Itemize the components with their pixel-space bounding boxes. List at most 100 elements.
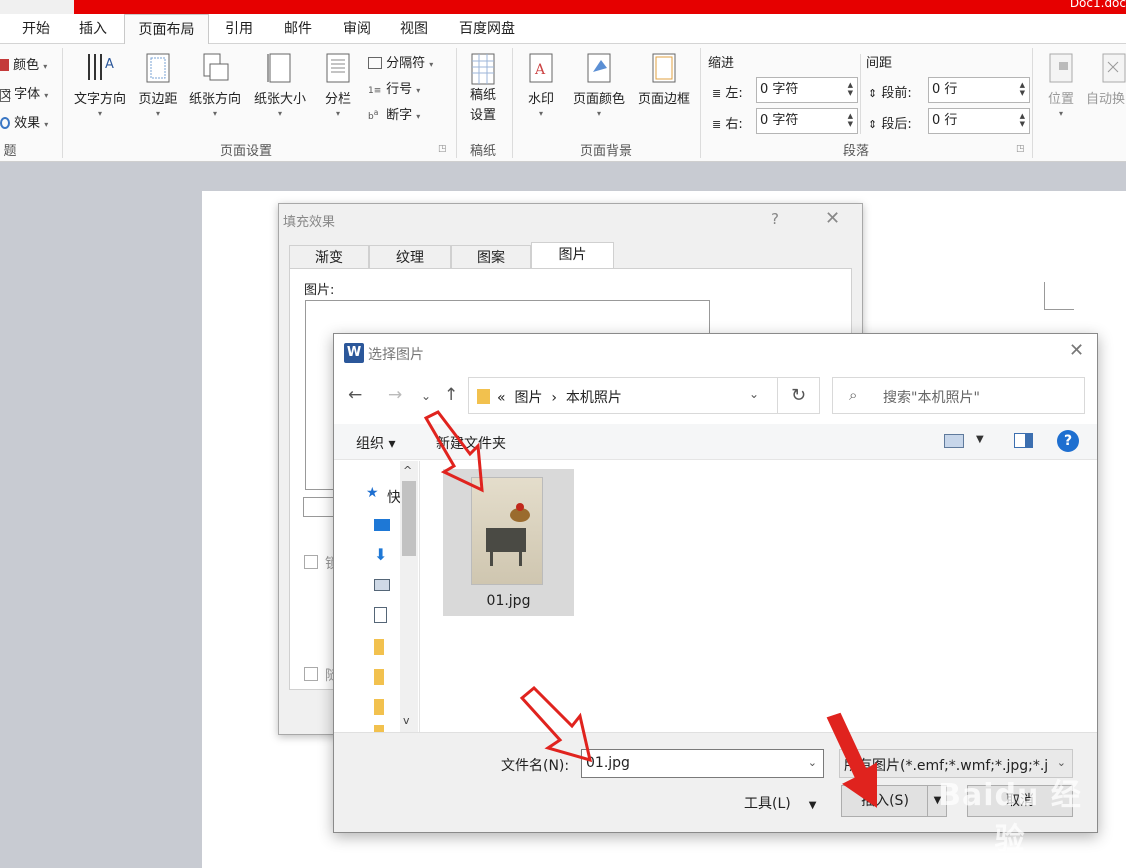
spinner-arrows-icon[interactable]: ▲ ▼ bbox=[848, 81, 853, 97]
position-button[interactable]: 位置 ▾ bbox=[1040, 52, 1082, 118]
tab-page-layout[interactable]: 页面布局 bbox=[124, 14, 209, 45]
filename-field[interactable]: 01.jpg ⌄ bbox=[581, 749, 824, 778]
hyphenation-button[interactable]: ba 断字 ▾ bbox=[368, 104, 420, 123]
chevron-down-icon[interactable]: ▼ bbox=[976, 434, 984, 445]
change-view-icon[interactable] bbox=[944, 434, 964, 448]
thumbnail-perch bbox=[486, 528, 526, 552]
ribbon: 颜色 ▾ 文 字体 ▾ 效果 ▾ 题 A 文字方向 ▾ 页边距 ▾ 纸张方向 ▾ 纸张… bbox=[0, 44, 1126, 162]
folder-icon[interactable] bbox=[374, 639, 384, 655]
page-setup-launcher-icon[interactable]: ◳ bbox=[438, 144, 447, 154]
chevron-down-icon[interactable]: ⌄ bbox=[749, 387, 759, 401]
file-list: 01.jpg bbox=[420, 461, 1097, 732]
wrap-text-button[interactable]: 自动换 bbox=[1086, 52, 1126, 107]
choose-picture-dialog: W 选择图片 ✕ ← → ⌄ ↑ « 图片 › 本机照片 ⌄ ↻ ⌕ 搜索"本机… bbox=[333, 333, 1098, 833]
tab-review[interactable]: 审阅 bbox=[328, 14, 386, 44]
tab-picture[interactable]: 图片 bbox=[531, 242, 614, 269]
line-numbers-button[interactable]: 1≡ 行号 ▾ bbox=[368, 78, 420, 97]
quick-access-star-icon[interactable]: ★ bbox=[366, 485, 379, 501]
tab-home[interactable]: 开始 bbox=[8, 14, 64, 44]
indent-left-field[interactable]: 0 字符 ▲ ▼ bbox=[756, 77, 858, 103]
page-background-group-label: 页面背景 bbox=[579, 144, 632, 159]
breadcrumb-pictures[interactable]: 图片 bbox=[514, 390, 542, 406]
spinner-arrows-icon[interactable]: ▲ ▼ bbox=[848, 112, 853, 128]
tab-mailings[interactable]: 邮件 bbox=[269, 14, 327, 44]
quick-access-label[interactable]: 快 bbox=[387, 487, 401, 507]
spacing-after-field[interactable]: 0 行 ▲ ▼ bbox=[928, 108, 1030, 134]
breadcrumb-overflow[interactable]: « bbox=[497, 390, 506, 406]
page-borders-icon bbox=[652, 53, 676, 83]
theme-colors-button[interactable]: 颜色 ▾ bbox=[0, 54, 47, 73]
search-placeholder: 搜索"本机照片" bbox=[883, 390, 980, 406]
columns-button[interactable]: 分栏 ▾ bbox=[316, 52, 360, 118]
watermark-button[interactable]: A 水印 ▾ bbox=[518, 52, 564, 118]
margins-label: 页边距 bbox=[138, 92, 178, 107]
scroll-down-icon[interactable]: v bbox=[403, 714, 410, 727]
orientation-button[interactable]: 纸张方向 ▾ bbox=[184, 52, 246, 118]
recent-locations-chevron-icon[interactable]: ⌄ bbox=[421, 389, 431, 403]
folder-icon[interactable] bbox=[374, 669, 384, 685]
spinner-arrows-icon[interactable]: ▲ ▼ bbox=[1020, 112, 1025, 128]
insert-button[interactable]: 插入(S) ▼ bbox=[841, 785, 947, 817]
document-title: Doc1.doc bbox=[1069, 0, 1126, 10]
breadcrumb-local-photos[interactable]: 本机照片 bbox=[566, 390, 622, 406]
theme-fonts-button[interactable]: 文 字体 ▾ bbox=[0, 83, 48, 102]
scrollbar-thumb[interactable] bbox=[402, 481, 416, 556]
help-icon[interactable]: ? bbox=[771, 210, 779, 228]
spacing-after-value: 0 行 bbox=[932, 113, 958, 128]
draft-paper-label-2: 设置 bbox=[469, 108, 496, 123]
title-bar-accent bbox=[74, 0, 1126, 14]
theme-effects-button[interactable]: 效果 ▾ bbox=[0, 112, 48, 131]
organize-button[interactable]: 组织 ▾ bbox=[356, 433, 395, 453]
search-input[interactable]: ⌕ 搜索"本机照片" bbox=[832, 377, 1085, 414]
text-direction-button[interactable]: A 文字方向 ▾ bbox=[68, 52, 132, 118]
tab-insert[interactable]: 插入 bbox=[64, 14, 122, 44]
chevron-down-icon[interactable]: ⌄ bbox=[1057, 756, 1066, 769]
tab-references[interactable]: 引用 bbox=[210, 14, 268, 44]
help-icon[interactable]: ? bbox=[1057, 430, 1079, 452]
chevron-down-icon[interactable]: ⌄ bbox=[808, 756, 817, 769]
tools-button[interactable]: 工具(L) ▼ bbox=[744, 793, 816, 813]
indent-title: 缩进 bbox=[708, 56, 735, 71]
up-arrow-icon[interactable]: ↑ bbox=[444, 385, 458, 405]
cancel-button[interactable]: 取消 bbox=[967, 785, 1073, 817]
breaks-button[interactable]: 分隔符 ▾ bbox=[368, 52, 433, 71]
page-color-button[interactable]: 页面颜色 ▾ bbox=[566, 52, 632, 118]
scroll-up-icon[interactable]: ^ bbox=[403, 464, 412, 477]
preview-pane-icon[interactable] bbox=[1014, 433, 1033, 448]
lock-aspect-checkbox[interactable] bbox=[304, 555, 318, 569]
size-button[interactable]: 纸张大小 ▾ bbox=[248, 52, 312, 118]
documents-icon[interactable] bbox=[374, 607, 387, 623]
spacing-title: 间距 bbox=[866, 56, 893, 71]
address-bar[interactable]: « 图片 › 本机照片 ⌄ bbox=[468, 377, 778, 414]
tab-pattern[interactable]: 图案 bbox=[451, 245, 531, 269]
spacing-before-value: 0 行 bbox=[932, 82, 958, 97]
spacing-before-text: 段前: bbox=[881, 86, 912, 101]
indent-right-field[interactable]: 0 字符 ▲ ▼ bbox=[756, 108, 858, 134]
downloads-icon[interactable]: ⬇ bbox=[374, 547, 390, 563]
close-icon[interactable]: ✕ bbox=[1069, 340, 1084, 361]
rotate-with-shape-checkbox[interactable] bbox=[304, 667, 318, 681]
paragraph-launcher-icon[interactable]: ◳ bbox=[1016, 144, 1025, 154]
filename-value: 01.jpg bbox=[586, 755, 630, 771]
tab-baidu-netdisk[interactable]: 百度网盘 bbox=[442, 14, 532, 44]
forward-arrow-icon[interactable]: → bbox=[388, 385, 402, 405]
spinner-arrows-icon[interactable]: ▲ ▼ bbox=[1020, 81, 1025, 97]
new-folder-button[interactable]: 新建文件夹 bbox=[436, 433, 506, 453]
insert-dropdown-icon[interactable]: ▼ bbox=[927, 786, 947, 816]
tab-gradient[interactable]: 渐变 bbox=[289, 245, 369, 269]
draft-paper-button[interactable]: 稿纸 设置 bbox=[460, 52, 506, 126]
back-arrow-icon[interactable]: ← bbox=[348, 385, 362, 405]
close-icon[interactable]: ✕ bbox=[825, 208, 840, 229]
file-type-select[interactable]: 所有图片(*.emf;*.wmf;*.jpg;*.j ⌄ bbox=[839, 749, 1073, 778]
refresh-icon[interactable]: ↻ bbox=[778, 377, 820, 414]
pictures-icon[interactable] bbox=[374, 579, 390, 591]
tab-view[interactable]: 视图 bbox=[386, 14, 442, 44]
desktop-icon[interactable] bbox=[374, 519, 390, 531]
file-item[interactable]: 01.jpg bbox=[443, 469, 574, 616]
page-borders-button[interactable]: 页面边框 bbox=[632, 52, 696, 107]
folder-icon[interactable] bbox=[374, 699, 384, 715]
spacing-before-field[interactable]: 0 行 ▲ ▼ bbox=[928, 77, 1030, 103]
tab-texture[interactable]: 纹理 bbox=[369, 245, 451, 269]
margins-button[interactable]: 页边距 ▾ bbox=[132, 52, 184, 118]
folder-icon[interactable] bbox=[374, 725, 384, 732]
